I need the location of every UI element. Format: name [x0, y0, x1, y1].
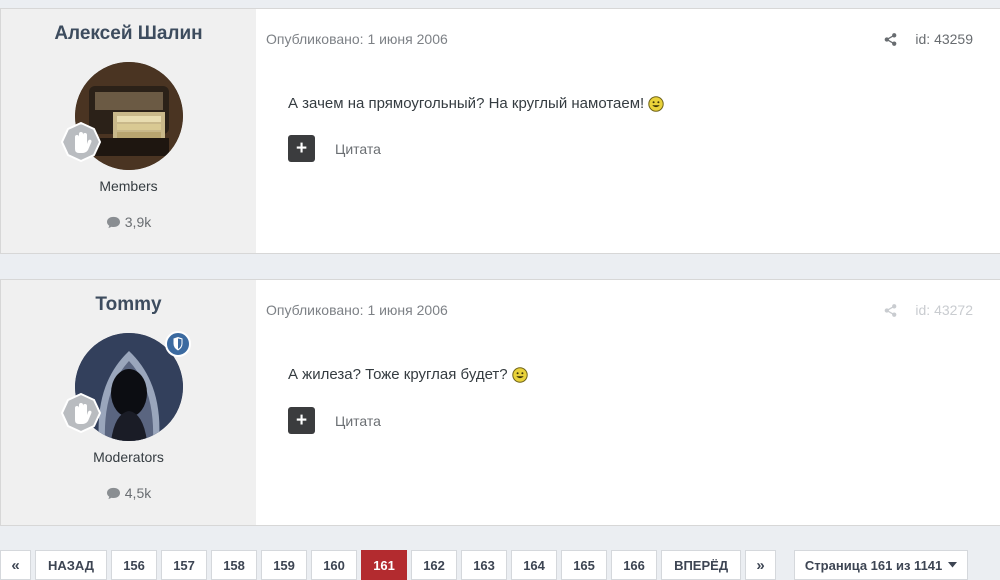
- forum-post: Алексей Шалин Members 3,9k Опубликовано:…: [0, 8, 1000, 254]
- page-link[interactable]: 164: [511, 550, 558, 580]
- page-link[interactable]: 162: [411, 550, 458, 580]
- pagination: « НАЗАД 156 157 158 159 160 161 162 163 …: [0, 550, 972, 580]
- post-count: 4,5k: [106, 485, 151, 501]
- moderator-badge-icon: [164, 331, 191, 357]
- author-name[interactable]: Tommy: [95, 293, 161, 317]
- quote-action[interactable]: + Цитата: [288, 135, 381, 162]
- post-id[interactable]: id: 43272: [915, 302, 973, 318]
- post-count: 3,9k: [106, 214, 151, 230]
- page-link[interactable]: 158: [211, 550, 258, 580]
- quote-button-label[interactable]: Цитата: [335, 141, 381, 157]
- next-page-button[interactable]: ВПЕРЁД: [661, 550, 742, 580]
- smiley-icon: [511, 366, 528, 383]
- first-page-button[interactable]: «: [0, 550, 31, 580]
- post-content: Опубликовано: 1 июня 2006 id: 43272 А жи…: [256, 280, 1000, 525]
- last-page-button[interactable]: »: [745, 550, 777, 580]
- forum-post: Tommy Moderators 4,5k Опубликовано: 1 ию…: [0, 279, 1000, 526]
- post-id[interactable]: id: 43259: [915, 31, 973, 47]
- page-link[interactable]: 156: [111, 550, 158, 580]
- post-count-value: 4,5k: [124, 485, 152, 501]
- rank-badge-icon: [60, 392, 101, 434]
- caret-down-icon: [948, 562, 958, 568]
- avatar-container: [60, 331, 191, 441]
- current-page[interactable]: 161: [361, 550, 408, 580]
- author-panel: Tommy Moderators 4,5k: [1, 280, 256, 525]
- plus-icon[interactable]: +: [288, 135, 315, 162]
- author-panel: Алексей Шалин Members 3,9k: [1, 9, 256, 253]
- rank-badge-icon: [60, 121, 101, 163]
- comment-icon: [106, 216, 120, 228]
- member-group: Members: [99, 178, 158, 194]
- published-date[interactable]: Опубликовано: 1 июня 2006: [266, 31, 448, 47]
- page-jump-dropdown[interactable]: Страница 161 из 1141: [794, 550, 969, 580]
- plus-icon[interactable]: +: [288, 407, 315, 434]
- published-date[interactable]: Опубликовано: 1 июня 2006: [266, 302, 448, 318]
- page-link[interactable]: 159: [261, 550, 308, 580]
- quote-button-label[interactable]: Цитата: [335, 413, 381, 429]
- post-body: А зачем на прямоугольный? На круглый нам…: [288, 95, 664, 112]
- page-link[interactable]: 160: [311, 550, 358, 580]
- page-link[interactable]: 165: [561, 550, 608, 580]
- page-link[interactable]: 163: [461, 550, 508, 580]
- share-icon[interactable]: [884, 32, 897, 46]
- author-name[interactable]: Алексей Шалин: [54, 22, 202, 46]
- share-icon[interactable]: [884, 303, 897, 317]
- post-text: А жилеза? Тоже круглая будет?: [288, 366, 508, 383]
- avatar-container: [60, 62, 183, 170]
- quote-action[interactable]: + Цитата: [288, 407, 381, 434]
- page-link[interactable]: 166: [611, 550, 658, 580]
- prev-page-button[interactable]: НАЗАД: [35, 550, 108, 580]
- smiley-icon: [648, 95, 664, 112]
- post-body: А жилеза? Тоже круглая будет?: [288, 366, 528, 383]
- post-count-value: 3,9k: [124, 214, 152, 230]
- post-tools: id: 43272: [884, 302, 973, 318]
- page-jump-label: Страница 161 из 1141: [804, 557, 943, 573]
- post-content: Опубликовано: 1 июня 2006 id: 43259 А за…: [256, 9, 1000, 253]
- comment-icon: [106, 487, 120, 499]
- member-group: Moderators: [93, 449, 164, 465]
- post-text: А зачем на прямоугольный? На круглый нам…: [288, 95, 645, 112]
- post-tools: id: 43259: [884, 31, 973, 47]
- page-link[interactable]: 157: [161, 550, 208, 580]
